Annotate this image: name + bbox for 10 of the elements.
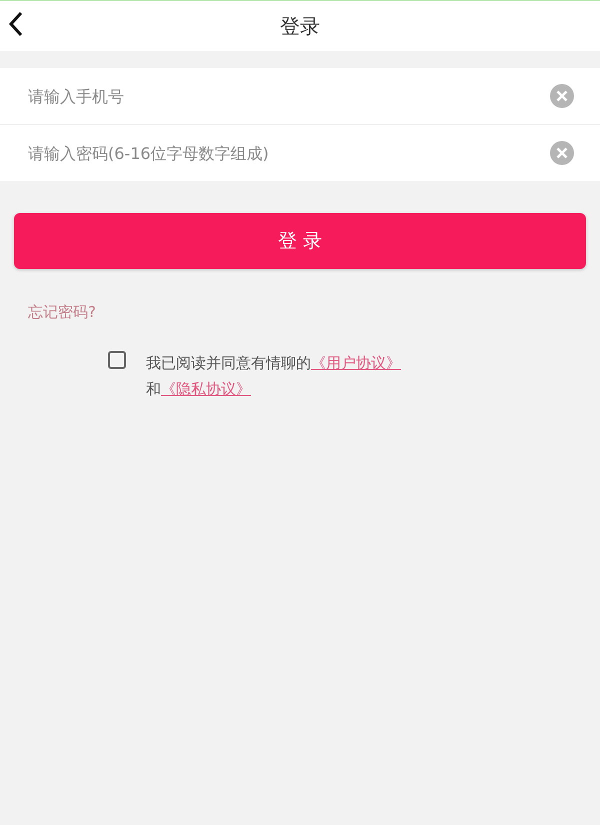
user-agreement-link[interactable]: 《用户协议》 [311, 354, 401, 372]
page-title: 登录 [280, 12, 320, 40]
forgot-password-link[interactable]: 忘记密码? [28, 303, 96, 322]
agreement-text: 我已阅读并同意有情聊的《用户协议》 和《隐私协议》 [146, 353, 402, 400]
privacy-policy-link[interactable]: 《隐私协议》 [161, 380, 251, 398]
back-icon[interactable] [8, 11, 24, 37]
input-field[interactable]: 请输入手机号 [28, 86, 550, 106]
login-button[interactable]: 登 录 [14, 213, 586, 269]
input-field[interactable]: 请输入密码(6-16位字母数字组成) [28, 144, 550, 162]
agreement-checkbox[interactable] [108, 351, 126, 369]
